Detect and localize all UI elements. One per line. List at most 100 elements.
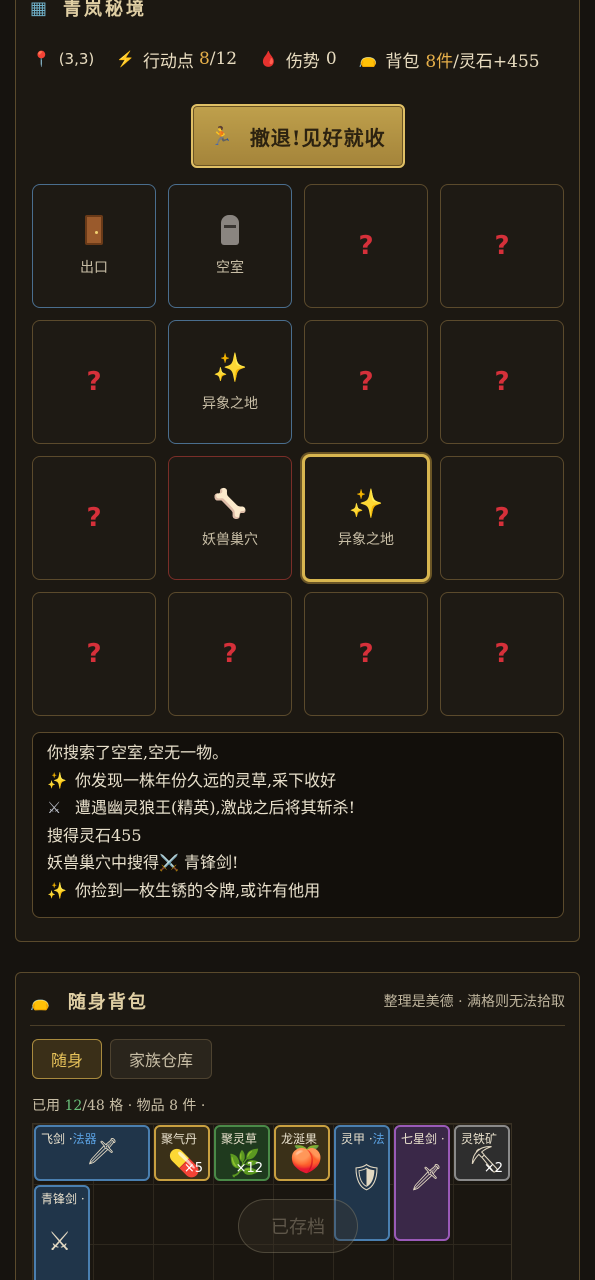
usage-value: 12 [64,1098,83,1114]
item-name: 青锋剑 · [41,1190,85,1207]
log-line: 你搜索了空室,空无一物。 [47,739,549,767]
bag-stones: /灵石+455 [453,51,540,72]
inventory-item[interactable]: 七星剑 · 🗡 [394,1125,450,1241]
lightning-icon: ⚡ [116,50,135,68]
sparkles-icon: ✨ [212,351,248,384]
map-cell-r1-c4[interactable]: ? [440,184,564,308]
tab-clan-storage[interactable]: 家族仓库 [110,1039,213,1079]
item-name-text: 灵甲 · [341,1132,373,1146]
shield-icon: 🛡 [350,1163,384,1193]
dagger-icon: 🗡 [410,1163,444,1193]
map-cell-r4-c4[interactable]: ? [440,592,564,716]
injury-label: 伤势 [285,51,320,72]
inventory-item[interactable]: 青锋剑 · ⚔ [34,1185,90,1280]
map-cell-r3-c2[interactable]: 🦴 妖兽巢穴 [168,456,292,580]
map-cell-r1-c2[interactable]: 空室 [168,184,292,308]
map-cell-r2-c1[interactable]: ? [32,320,156,444]
item-name: 七星剑 · [401,1130,445,1147]
unknown-room-icon: ? [494,639,510,669]
room-label: 空室 [216,260,244,276]
unknown-room-icon: ? [86,639,102,669]
unknown-room-icon: ? [358,231,374,261]
blood-drop-icon: 🩸 [259,50,278,68]
log-text: 遭遇幽灵狼王(精英),激战之后将其斩杀! [75,798,356,817]
room-label: 出口 [80,260,108,276]
realm-header: ▦ 青岚秘境 [30,0,147,20]
log-text: 搜得灵石455 [47,825,142,845]
saved-badge: 已存档 [238,1199,358,1253]
realm-title: 青岚秘境 [63,0,148,20]
item-name-text: 灵铁矿 [461,1132,498,1146]
log-text: 你搜索了空室,空无一物。 [47,743,229,762]
injury-value: 0 [325,49,337,69]
sword-icon: 🗡 [86,1137,120,1167]
room-label: 异象之地 [338,532,394,548]
item-name-text: 龙涎果 [281,1132,318,1146]
action-value: 8 [198,49,210,69]
unknown-room-icon: ? [222,639,238,669]
item-name-text: 聚灵草 [221,1132,258,1146]
inventory-item[interactable]: 飞剑 ·法器 🗡 [34,1125,150,1181]
item-quantity: ×5 [183,1161,203,1176]
bag-count: 8件 [425,51,454,72]
item-name: 灵甲 ·法 [341,1130,385,1147]
map-cell-r4-c1[interactable]: ? [32,592,156,716]
crossed-swords-icon: ⚔ [48,1227,72,1257]
crossed-swords-icon: ⚔ [47,798,62,817]
stat-action: ⚡ 行动点 8 /12 [116,47,237,72]
map-cell-r4-c3[interactable]: ? [304,592,428,716]
stats-bar: 📍 (3,3) ⚡ 行动点 8 /12 🩸 伤势 0 👝 背包 8件 /灵石+4… [32,47,565,72]
map-grid: 出口 空室??? ✨ 异象之地??? 🦴 妖兽巢穴 ✨ 异象之地????? [32,184,564,716]
bag-tabs: 随身 家族仓库 [32,1039,213,1079]
unknown-room-icon: ? [494,503,510,533]
map-cell-r4-c2[interactable]: ? [168,592,292,716]
bag-panel: 👝 随身背包 整理是美德 · 满格则无法拾取 随身 家族仓库 已用 12/48 … [15,972,580,1280]
log-line: ✨ 你发现一株年份久远的灵草,采下收好 [47,767,549,795]
sparkles-icon: ✨ [47,770,67,790]
unknown-room-icon: ? [86,367,102,397]
inventory-item[interactable]: 聚灵草 🌿 ×12 [214,1125,270,1181]
map-cell-r2-c2[interactable]: ✨ 异象之地 [168,320,292,444]
map-cell-r3-c1[interactable]: ? [32,456,156,580]
map-cell-r1-c3[interactable]: ? [304,184,428,308]
map-cell-r2-c3[interactable]: ? [304,320,428,444]
bag-header: 👝 随身背包 整理是美德 · 满格则无法拾取 [30,987,565,1015]
item-name: 聚气丹 [161,1130,197,1147]
tab-carry[interactable]: 随身 [32,1039,103,1079]
map-cell-r1-c1[interactable]: 出口 [32,184,156,308]
item-name-text: 七星剑 · [401,1132,445,1146]
running-person-icon: 🏃 [210,125,234,147]
inventory-item[interactable]: 灵铁矿 ⛏ ×2 [454,1125,510,1181]
bone-icon: 🦴 [212,487,248,520]
bag-title: 随身背包 [67,992,148,1013]
log-line: ⚔ 遭遇幽灵狼王(精英),激战之后将其斩杀! [47,794,549,822]
item-quantity: ×12 [235,1161,263,1176]
usage-suffix: /48 格 · 物品 8 件 · [82,1098,206,1114]
retreat-button[interactable]: 🏃 撤退!见好就收 [191,104,405,168]
sparkles-icon: ✨ [348,487,384,520]
log-text: 妖兽巢穴中搜得⚔️ 青锋剑! [47,853,239,872]
peach-icon: 🍑 [290,1145,323,1175]
stat-bag: 👝 背包 8件 /灵石+455 [359,47,540,72]
map-cell-r2-c4[interactable]: ? [440,320,564,444]
item-tag: 法 [372,1132,385,1146]
bag-usage: 已用 12/48 格 · 物品 8 件 · [32,1095,205,1115]
action-max: /12 [209,49,238,69]
room-label: 妖兽巢穴 [202,532,258,548]
log-line: ✨ 你捡到一枚生锈的令牌,或许有他用 [47,877,549,905]
log-text: 你捡到一枚生锈的令牌,或许有他用 [75,880,321,900]
coord-value: (3,3) [58,50,95,68]
action-label: 行动点 [142,51,194,72]
unknown-room-icon: ? [494,231,510,261]
room-label: 异象之地 [202,396,258,412]
stat-coord: 📍 (3,3) [32,50,94,68]
inventory-item[interactable]: 龙涎果 🍑 [274,1125,330,1181]
moai-icon [221,215,239,249]
map-cell-r3-c3[interactable]: ✨ 异象之地 [302,454,430,582]
divider [30,1025,565,1026]
door-icon [85,215,103,249]
event-log: 你搜索了空室,空无一物。 ✨ 你发现一株年份久远的灵草,采下收好 ⚔ 遭遇幽灵狼王(精英… [32,732,564,918]
unknown-room-icon: ? [86,503,102,533]
map-cell-r3-c4[interactable]: ? [440,456,564,580]
inventory-item[interactable]: 聚气丹 💊 ×5 [154,1125,210,1181]
